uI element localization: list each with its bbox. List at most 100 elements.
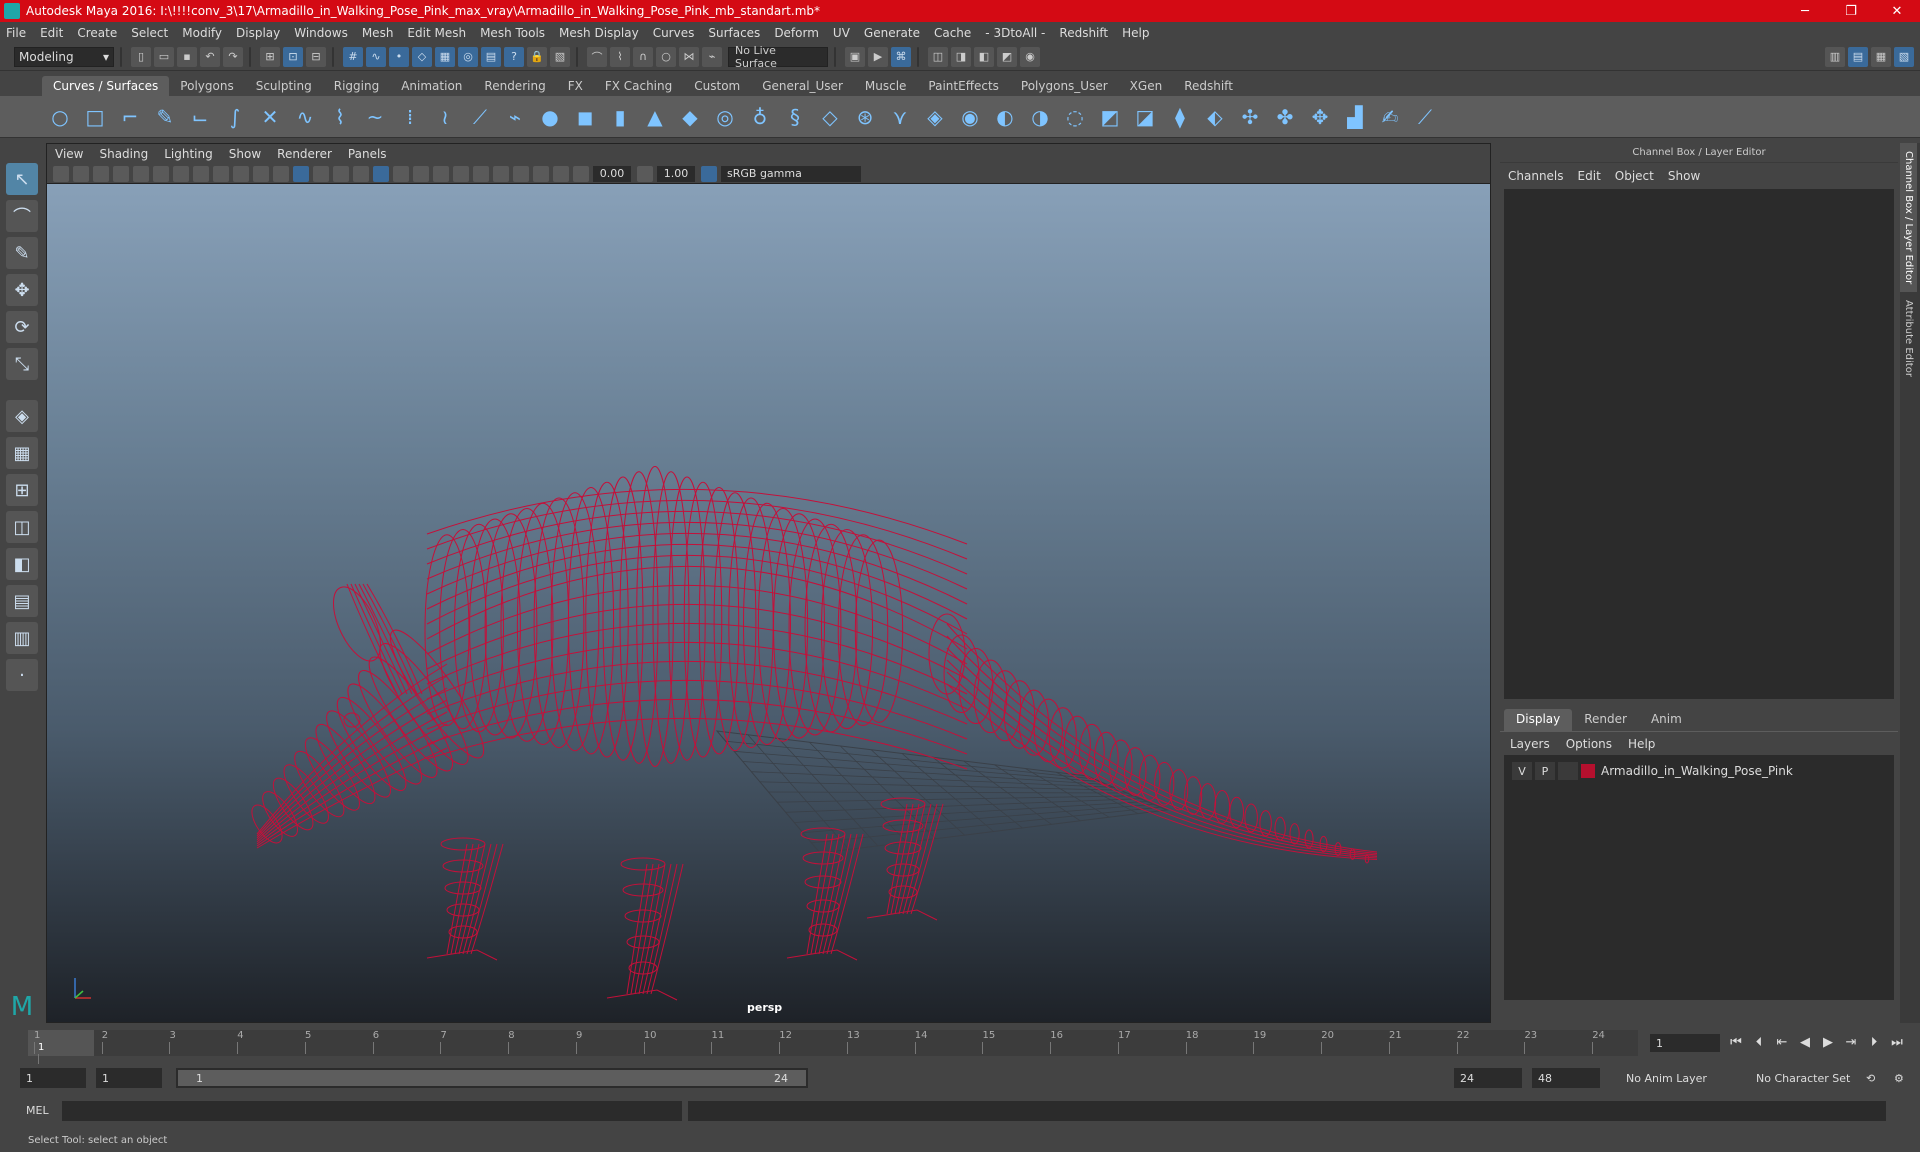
menu-uv[interactable]: UV	[833, 26, 850, 40]
tab-fx[interactable]: FX	[557, 76, 594, 96]
menu-3dtoall[interactable]: - 3DtoAll -	[985, 26, 1045, 40]
live-surface-field[interactable]: No Live Surface	[728, 44, 828, 70]
menu-modify[interactable]: Modify	[182, 26, 222, 40]
ep-curve-icon[interactable]: ⌐	[116, 103, 144, 131]
bookmark-icon[interactable]	[93, 165, 109, 182]
shadows-icon[interactable]	[413, 165, 429, 182]
sculpt-icon[interactable]: ✍	[1376, 103, 1404, 131]
menu-select[interactable]: Select	[131, 26, 168, 40]
layout-hypershade-icon[interactable]: ▥	[6, 622, 38, 654]
menu-object[interactable]: Object	[1615, 169, 1654, 183]
minimize-button[interactable]: ─	[1782, 4, 1828, 19]
menu-deform[interactable]: Deform	[774, 26, 819, 40]
hypershade-icon[interactable]: ◨	[951, 46, 971, 67]
xray-joints-icon[interactable]	[533, 165, 549, 182]
select-object-icon[interactable]: ⊡	[283, 46, 303, 67]
tab-muscle[interactable]: Muscle	[854, 76, 918, 96]
go-to-start-icon[interactable]: ⏮	[1725, 1032, 1747, 1052]
last-tool-icon[interactable]: ◈	[6, 400, 38, 432]
grid-toggle-icon[interactable]	[153, 165, 169, 182]
animation-start-field[interactable]: 1	[20, 1068, 86, 1088]
curve-cut-icon[interactable]: ⌁	[501, 103, 529, 131]
move-tool-icon[interactable]: ✥	[6, 274, 38, 306]
tab-polygons-user[interactable]: Polygons_User	[1010, 76, 1119, 96]
lasso-icon[interactable]: ⌒	[587, 46, 607, 67]
gate-mask-icon[interactable]	[213, 165, 229, 182]
open-scene-icon[interactable]: ▭	[154, 46, 174, 67]
film-gate-icon[interactable]	[173, 165, 189, 182]
menu-layer-help[interactable]: Help	[1628, 737, 1655, 751]
safe-action-icon[interactable]	[253, 165, 269, 182]
gamma-icon[interactable]	[637, 165, 653, 182]
render-layer-icon[interactable]: ◧	[974, 46, 994, 67]
menu-generate[interactable]: Generate	[864, 26, 920, 40]
ambient-occlusion-icon[interactable]	[433, 165, 449, 182]
menu-edit[interactable]: Edit	[40, 26, 63, 40]
mel-label[interactable]: MEL	[26, 1104, 49, 1117]
project-curve-icon[interactable]: ◌	[1061, 103, 1089, 131]
curve-intersect-icon[interactable]: ✕	[256, 103, 284, 131]
tab-curves-surfaces[interactable]: Curves / Surfaces	[42, 76, 170, 96]
range-slider-fill[interactable]: 1 24	[178, 1070, 806, 1086]
layout-side-icon[interactable]: ◫	[6, 511, 38, 543]
layout-four-icon[interactable]: ⊞	[6, 474, 38, 506]
preferences-icon[interactable]: ⚙	[1888, 1068, 1912, 1088]
render-frame-icon[interactable]: ▶	[868, 46, 888, 67]
gamma-field[interactable]: 1.00	[657, 165, 695, 182]
display-type-toggle[interactable]	[1558, 762, 1578, 780]
nurbs-torus-icon[interactable]: ◎	[711, 103, 739, 131]
character-set-dropdown[interactable]: No Character Set	[1750, 1068, 1865, 1088]
vp-menu-lighting[interactable]: Lighting	[164, 147, 213, 161]
tab-display[interactable]: Display	[1504, 709, 1573, 731]
menu-create[interactable]: Create	[77, 26, 117, 40]
image-plane-icon[interactable]	[113, 165, 129, 182]
new-scene-icon[interactable]: ▯	[131, 46, 151, 67]
menu-windows[interactable]: Windows	[294, 26, 348, 40]
nurbs-plane-icon[interactable]: ◆	[676, 103, 704, 131]
nurbs-square-icon[interactable]: □	[81, 103, 109, 131]
panel-toggle-icon[interactable]: ▦	[1871, 46, 1891, 67]
tab-fx-caching[interactable]: FX Caching	[594, 76, 683, 96]
nurbs-cone-icon[interactable]: ▲	[641, 103, 669, 131]
trim-tool-icon[interactable]: ◩	[1096, 103, 1124, 131]
field-chart-icon[interactable]	[233, 165, 249, 182]
camera-select-icon[interactable]	[53, 165, 69, 182]
snap-curve-icon[interactable]: ∿	[366, 46, 386, 67]
tab-painteffects[interactable]: PaintEffects	[917, 76, 1009, 96]
layout-icon[interactable]: ▤	[1848, 46, 1868, 67]
extend-surface-icon[interactable]: ▟	[1341, 103, 1369, 131]
xray-icon[interactable]	[373, 165, 389, 182]
tab-anim[interactable]: Anim	[1639, 709, 1694, 731]
menu-layers[interactable]: Layers	[1510, 737, 1550, 751]
menu-edit-mesh[interactable]: Edit Mesh	[407, 26, 466, 40]
vp-menu-panels[interactable]: Panels	[348, 147, 387, 161]
current-frame-field[interactable]: 1	[1650, 1034, 1720, 1052]
tab-animation[interactable]: Animation	[390, 76, 473, 96]
save-scene-icon[interactable]: ▪	[177, 46, 197, 67]
menu-cb-show[interactable]: Show	[1668, 169, 1700, 183]
pencil-curve-icon[interactable]: ✎	[151, 103, 179, 131]
redo-icon[interactable]: ↷	[223, 46, 243, 67]
boundary-icon[interactable]: ◈	[921, 103, 949, 131]
tweak-icon[interactable]: ⌁	[702, 46, 722, 67]
menu-channels[interactable]: Channels	[1508, 169, 1564, 183]
birail-icon[interactable]: ⋎	[886, 103, 914, 131]
make-live-icon[interactable]: ◎	[458, 46, 478, 67]
select-tool-icon[interactable]: ↖	[6, 163, 38, 195]
step-back-key-icon[interactable]: ⇤	[1771, 1032, 1793, 1052]
motion-blur-icon[interactable]	[453, 165, 469, 182]
step-back-icon[interactable]: ⏴	[1748, 1032, 1770, 1052]
step-forward-key-icon[interactable]: ⇥	[1840, 1032, 1862, 1052]
channel-box-toggle-icon[interactable]: ▧	[1894, 46, 1914, 67]
wireframe-on-shaded-icon[interactable]	[333, 165, 349, 182]
tab-render[interactable]: Render	[1572, 709, 1639, 731]
vp-menu-show[interactable]: Show	[229, 147, 261, 161]
smooth-shade-icon[interactable]	[313, 165, 329, 182]
anim-layer-dropdown[interactable]: No Anim Layer	[1620, 1068, 1730, 1088]
selection-mask-icon[interactable]: ▧	[550, 46, 570, 67]
tab-xgen[interactable]: XGen	[1119, 76, 1174, 96]
redshift-ipr-icon[interactable]: ◉	[1020, 46, 1040, 67]
snap-grid-icon[interactable]: #	[343, 46, 363, 67]
auto-key-icon[interactable]: ⟲	[1860, 1068, 1884, 1088]
playback-start-field[interactable]: 1	[96, 1068, 162, 1088]
